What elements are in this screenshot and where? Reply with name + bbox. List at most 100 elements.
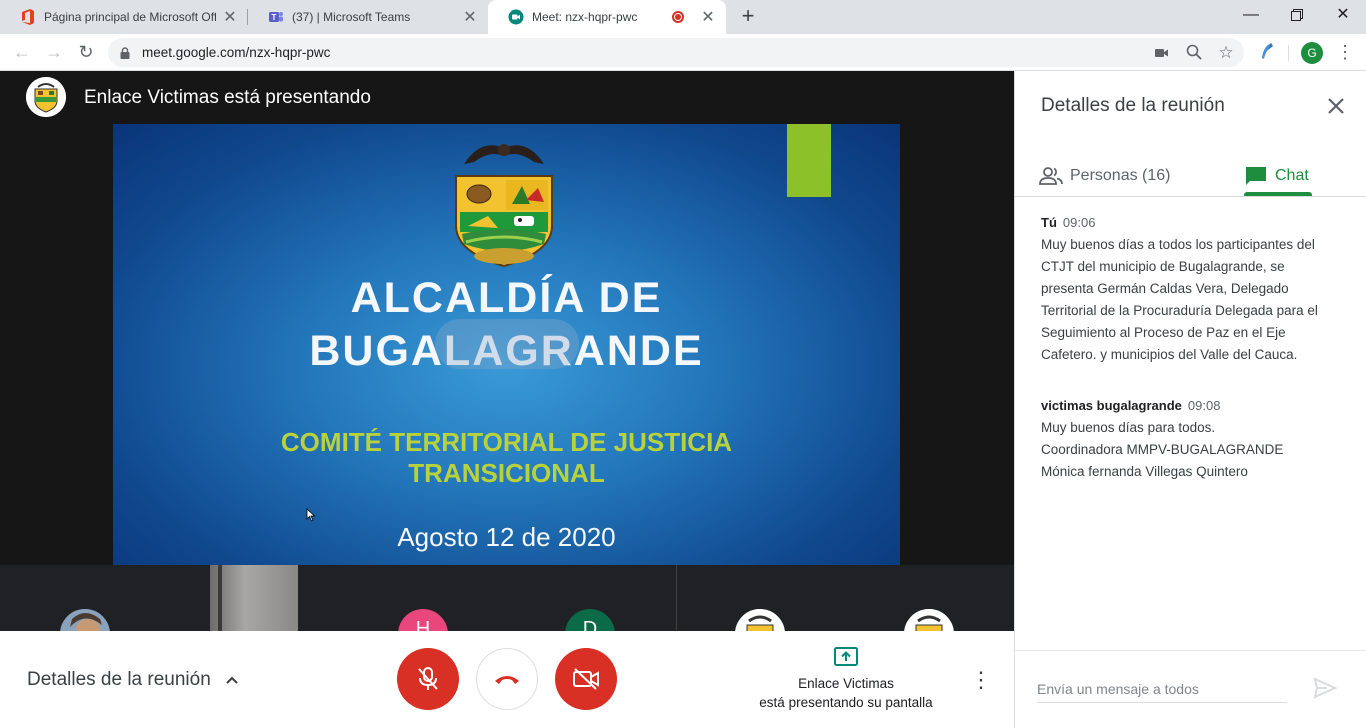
presentation-stage: Enlace Victimas está presentando ALCALDÍ… xyxy=(0,71,1014,565)
coat-of-arms-icon xyxy=(26,77,66,117)
meeting-details-button[interactable]: Detalles de la reunión xyxy=(27,669,239,691)
mouse-pointer-icon xyxy=(306,508,316,522)
message-time: 09:08 xyxy=(1187,398,1221,413)
message-sender: Tú xyxy=(1041,215,1057,230)
chat-message: Tú 09:06 Muy buenos días a todos los part… xyxy=(1041,215,1341,366)
tab-title: (37) | Microsoft Teams xyxy=(292,10,411,24)
participant-tile[interactable] xyxy=(733,565,787,631)
presentation-overlay-pill xyxy=(435,319,579,369)
tab-microsoft-teams[interactable]: T (37) | Microsoft Teams ✕ xyxy=(248,0,488,34)
shared-slide: ALCALDÍA DE BUGALAGRANDE COMITÉ TERRITOR… xyxy=(113,124,900,565)
mic-off-icon xyxy=(418,667,438,690)
message-meta: Tú 09:06 xyxy=(1041,215,1341,230)
slide-subtitle-line2: TRANSICIONAL xyxy=(408,458,605,488)
send-icon[interactable] xyxy=(1313,676,1337,700)
bookmark-star-icon[interactable]: ☆ xyxy=(1217,44,1235,62)
close-tab-icon[interactable]: ✕ xyxy=(462,7,478,27)
slide-green-tab xyxy=(787,124,831,197)
presenting-now-button[interactable]: Enlace Victimas está presentando su pant… xyxy=(740,646,952,712)
restore-window-icon[interactable] xyxy=(1274,0,1320,30)
toolbar-divider xyxy=(1288,45,1289,61)
slide-date: Agosto 12 de 2020 xyxy=(397,522,616,552)
hang-up-icon xyxy=(495,676,519,684)
presenting-line1: Enlace Victimas xyxy=(798,676,894,691)
presenter-banner-text: Enlace Victimas está presentando xyxy=(84,87,371,108)
participant-tile[interactable] xyxy=(58,565,112,631)
video-feed xyxy=(218,565,222,631)
leave-call-button[interactable] xyxy=(476,648,538,710)
chat-icon xyxy=(1246,167,1266,185)
office-icon xyxy=(20,9,36,25)
presenter-bar: Enlace Victimas está presentando xyxy=(0,71,1014,124)
message-line: presenta Germán Caldas Vera, Delegado xyxy=(1041,281,1289,296)
browser-tab-strip: Página principal de Microsoft Office ✕ T… xyxy=(0,0,1366,34)
extension-icon[interactable] xyxy=(1258,42,1276,60)
tab-chat[interactable]: Chat xyxy=(1244,156,1312,196)
slide-title-line1: ALCALDÍA DE xyxy=(350,274,663,322)
camera-off-icon xyxy=(573,668,599,690)
meeting-details-label: Detalles de la reunión xyxy=(27,669,211,690)
message-line: Mónica fernanda Villegas Quintero xyxy=(1041,464,1248,479)
chat-message: victimas bugalagrande 09:08 Muy buenos dí… xyxy=(1041,398,1341,483)
address-bar[interactable]: meet.google.com/nzx-hqpr-pwc ☆ xyxy=(108,38,1244,67)
camera-toggle-button[interactable] xyxy=(555,648,617,710)
message-line: Territorial de la Procuraduría Delegada … xyxy=(1041,303,1318,318)
zoom-icon[interactable] xyxy=(1185,44,1203,62)
chat-input-underline xyxy=(1037,702,1287,703)
meeting-details-panel: Detalles de la reunión Personas (16) Cha… xyxy=(1014,71,1366,728)
participant-tile[interactable] xyxy=(902,565,956,631)
chat-message-input[interactable]: Envía un mensaje a todos xyxy=(1037,681,1199,697)
back-arrow-icon[interactable]: ← xyxy=(10,40,34,64)
tab-chat-label: Chat xyxy=(1275,167,1309,184)
close-tab-icon[interactable]: ✕ xyxy=(700,7,716,27)
close-window-icon[interactable]: ✕ xyxy=(1320,0,1366,30)
tab-title: Meet: nzx-hqpr-pwc xyxy=(532,10,638,24)
tab-google-meet[interactable]: Meet: nzx-hqpr-pwc ✕ xyxy=(488,0,726,34)
message-line: Cafetero. y municipios del Valle del Cau… xyxy=(1041,347,1298,362)
close-panel-icon[interactable] xyxy=(1325,95,1347,117)
lock-icon xyxy=(120,46,130,59)
participant-tile[interactable]: H xyxy=(396,565,450,631)
compose-divider xyxy=(1015,650,1366,651)
participant-avatar: H xyxy=(398,609,448,631)
filmstrip-divider xyxy=(676,565,677,631)
message-meta: victimas bugalagrande 09:08 xyxy=(1041,398,1341,413)
people-icon xyxy=(1039,167,1063,185)
panel-title: Detalles de la reunión xyxy=(1041,95,1225,116)
present-screen-icon xyxy=(834,647,858,666)
participant-filmstrip: H D xyxy=(0,565,1014,631)
forward-arrow-icon[interactable]: → xyxy=(42,40,66,64)
slide-subtitle-line1: COMITÉ TERRITORIAL DE JUSTICIA xyxy=(280,427,733,457)
meeting-controls-bar: Detalles de la reunión Enlace Victimas e… xyxy=(0,631,1014,728)
message-line: Muy buenos días a todos los participante… xyxy=(1041,237,1315,252)
message-time: 09:06 xyxy=(1062,215,1096,230)
message-sender: victimas bugalagrande xyxy=(1041,398,1182,413)
participant-tile[interactable]: D xyxy=(563,565,617,631)
reload-icon[interactable]: ↻ xyxy=(74,40,98,64)
minimize-window-icon[interactable]: — xyxy=(1228,0,1274,30)
tab-title: Página principal de Microsoft Office xyxy=(44,10,216,24)
new-tab-button[interactable]: + xyxy=(736,5,760,29)
meet-icon xyxy=(508,9,524,25)
tab-people-label: Personas (16) xyxy=(1070,167,1171,184)
participant-avatar: D xyxy=(565,609,615,631)
mic-toggle-button[interactable] xyxy=(397,648,459,710)
more-options-icon[interactable]: ⋮ xyxy=(970,665,992,695)
browser-menu-icon[interactable]: ⋮ xyxy=(1336,40,1354,64)
camera-icon[interactable] xyxy=(1153,44,1171,62)
tab-microsoft-office[interactable]: Página principal de Microsoft Office ✕ xyxy=(0,0,248,34)
participant-avatar xyxy=(904,609,954,631)
message-line: Coordinadora MMPV-BUGALAGRANDE xyxy=(1041,442,1284,457)
profile-avatar[interactable]: G xyxy=(1301,42,1323,64)
tab-people[interactable]: Personas (16) xyxy=(1039,156,1171,196)
browser-toolbar: ← → ↻ meet.google.com/nzx-hqpr-pwc ☆ G ⋮ xyxy=(0,34,1366,71)
participant-avatar xyxy=(60,609,110,631)
svg-text:T: T xyxy=(272,13,277,22)
presenting-line2: está presentando su pantalla xyxy=(759,695,933,710)
close-tab-icon[interactable]: ✕ xyxy=(222,7,238,27)
participant-avatar xyxy=(735,609,785,631)
message-line: Seguimiento al Proceso de Paz en el Eje xyxy=(1041,325,1286,340)
participant-video-tile[interactable] xyxy=(210,565,298,631)
recording-indicator-icon xyxy=(672,11,684,23)
teams-icon: T xyxy=(268,9,284,25)
